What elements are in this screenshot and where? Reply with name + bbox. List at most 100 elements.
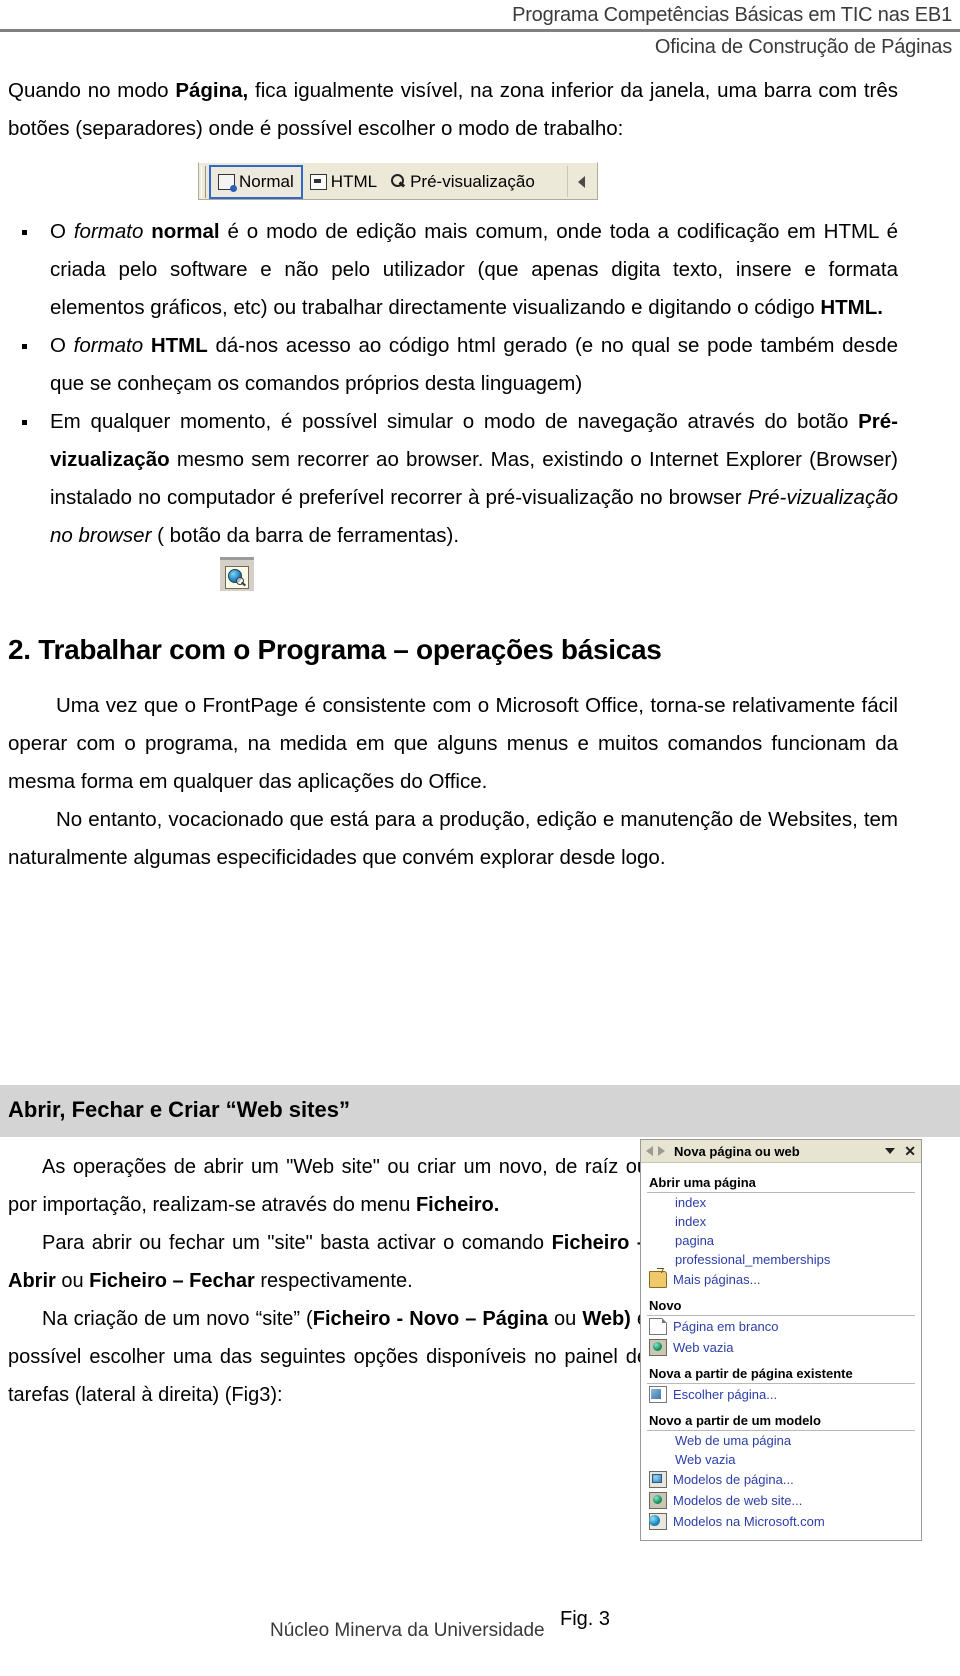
item-label: Modelos de página... bbox=[673, 1472, 794, 1487]
html-view-icon bbox=[309, 173, 327, 190]
toolbar-overflow-button[interactable] bbox=[567, 166, 594, 197]
b1-p0: O bbox=[50, 334, 74, 357]
s3p0-0: As operações de abrir um "Web site" ou c… bbox=[8, 1156, 648, 1216]
task-pane-item-more-pages[interactable]: Mais páginas... bbox=[647, 1269, 915, 1290]
view-tab-normal-label: Normal bbox=[239, 171, 294, 191]
section-3-text-column: As operações de abrir um "Web site" ou c… bbox=[8, 1148, 648, 1414]
figure-caption: Fig. 3 bbox=[560, 1608, 611, 1630]
frontpage-view-bar: Normal HTML Pré-visualização bbox=[198, 162, 598, 200]
b1-p2: HTML bbox=[150, 334, 208, 357]
item-label: Mais páginas... bbox=[673, 1272, 761, 1287]
b0-p2: normal bbox=[151, 220, 220, 243]
task-pane-item-microsoft-templates[interactable]: Modelos na Microsoft.com bbox=[647, 1511, 915, 1532]
item-label: index bbox=[675, 1214, 707, 1229]
footer-institution: Núcleo Minerva da Universidade bbox=[270, 1620, 545, 1641]
task-pane-item-index-1[interactable]: index bbox=[647, 1193, 915, 1212]
item-label: Web vazia bbox=[673, 1340, 734, 1355]
intro-text-bold: Página, bbox=[175, 79, 249, 102]
task-pane-group-from-existing: Nova a partir de página existente bbox=[647, 1363, 915, 1384]
s3p2-2: ou bbox=[548, 1308, 583, 1330]
task-pane-item-empty-web[interactable]: Web vazia bbox=[647, 1337, 915, 1358]
preview-button-figure bbox=[8, 557, 898, 591]
s3p2-3: Web) bbox=[582, 1308, 631, 1330]
b2-p4: ( botão da barra de ferramentas). bbox=[151, 524, 460, 547]
choose-page-icon bbox=[649, 1386, 667, 1403]
bullet-item-preview: Em qualquer momento, é possível simular … bbox=[8, 403, 898, 555]
toolbar-grip[interactable] bbox=[201, 166, 206, 198]
task-pane-item-pagina[interactable]: pagina bbox=[647, 1231, 915, 1250]
blank-page-icon bbox=[649, 1318, 667, 1335]
task-pane-titlebar: Nova página ou web ✕ bbox=[641, 1140, 921, 1163]
section-3-paragraph-3: Na criação de um novo “site” (Ficheiro -… bbox=[8, 1300, 648, 1414]
item-label: Página em branco bbox=[673, 1319, 779, 1334]
intro-paragraph: Quando no modo Página, fica igualmente v… bbox=[8, 72, 898, 148]
task-pane-item-website-templates[interactable]: Modelos de web site... bbox=[647, 1490, 915, 1511]
preview-icon-page bbox=[225, 566, 249, 589]
task-pane-item-empty-web-template[interactable]: Web vazia bbox=[647, 1450, 915, 1469]
header-divider bbox=[0, 29, 960, 32]
view-tab-normal[interactable]: Normal bbox=[209, 164, 303, 199]
page-header: Programa Competências Básicas em TIC nas… bbox=[0, 0, 960, 60]
b0-p4: HTML. bbox=[820, 296, 883, 319]
task-pane-group-new: Novo bbox=[647, 1295, 915, 1316]
task-pane-item-choose-page[interactable]: Escolher página... bbox=[647, 1384, 915, 1405]
open-folder-icon bbox=[649, 1271, 667, 1288]
s3p1-2: ou bbox=[55, 1270, 90, 1292]
header-subtitle: Oficina de Construção de Páginas bbox=[654, 36, 952, 58]
task-pane-item-page-templates[interactable]: Modelos de página... bbox=[647, 1469, 915, 1490]
item-label: Modelos na Microsoft.com bbox=[673, 1514, 825, 1529]
task-pane-group-from-template: Novo a partir de um modelo bbox=[647, 1410, 915, 1431]
format-bullet-list: O formato normal é o modo de edição mais… bbox=[8, 213, 898, 555]
section-3-title: Abrir, Fechar e Criar “Web sites” bbox=[8, 1097, 350, 1122]
view-tab-preview-label: Pré-visualização bbox=[410, 171, 535, 191]
task-pane-item-one-page-web[interactable]: Web de uma página bbox=[647, 1431, 915, 1450]
section-2-paragraph-2: No entanto, vocacionado que está para a … bbox=[8, 808, 898, 869]
section-3-paragraph-1: As operações de abrir um "Web site" ou c… bbox=[8, 1148, 648, 1224]
header-program-title: Programa Competências Básicas em TIC nas… bbox=[512, 4, 952, 26]
task-pane-item-professional-memberships[interactable]: professional_memberships bbox=[647, 1250, 915, 1269]
task-pane-item-blank-page[interactable]: Página em branco bbox=[647, 1316, 915, 1337]
item-label: Escolher página... bbox=[673, 1387, 778, 1402]
empty-web-icon bbox=[649, 1339, 667, 1356]
task-pane-body: Abrir uma página index index pagina prof… bbox=[641, 1163, 921, 1540]
task-pane-group-open: Abrir uma página bbox=[647, 1172, 915, 1193]
section-3-paragraph-2: Para abrir ou fechar um "site" basta act… bbox=[8, 1224, 648, 1300]
item-label: pagina bbox=[675, 1233, 715, 1248]
chevron-down-icon[interactable] bbox=[885, 1148, 896, 1154]
bullet-item-html: O formato HTML dá-nos acesso ao código h… bbox=[8, 327, 898, 403]
task-pane-title: Nova página ou web bbox=[674, 1143, 800, 1159]
item-label: Web de uma página bbox=[675, 1433, 792, 1448]
bullet-item-normal: O formato normal é o modo de edição mais… bbox=[8, 213, 898, 327]
b0-p0: O bbox=[50, 220, 74, 243]
s3p2-1: Ficheiro - Novo – Página bbox=[312, 1308, 549, 1330]
view-tab-html[interactable]: HTML bbox=[303, 167, 384, 197]
view-tab-html-label: HTML bbox=[330, 171, 378, 191]
normal-view-icon bbox=[218, 173, 237, 192]
preview-magnifier-icon bbox=[391, 174, 406, 189]
triangle-left-icon bbox=[577, 175, 585, 188]
s3p0-1: Ficheiro. bbox=[415, 1194, 500, 1216]
item-label: index bbox=[675, 1195, 707, 1210]
b0-p1: formato bbox=[73, 220, 152, 243]
viewbar-figure: Normal HTML Pré-visualização bbox=[8, 162, 898, 205]
section-2-title: 2. Trabalhar com o Programa – operações … bbox=[8, 634, 662, 665]
close-icon[interactable]: ✕ bbox=[904, 1144, 916, 1158]
item-label: professional_memberships bbox=[675, 1252, 831, 1267]
preview-in-browser-icon[interactable] bbox=[220, 557, 254, 591]
magnifier-icon bbox=[236, 577, 247, 588]
website-templates-icon bbox=[649, 1492, 667, 1509]
s3p1-4: respectivamente. bbox=[254, 1270, 413, 1292]
s3p1-3: Ficheiro – Fechar bbox=[89, 1270, 255, 1292]
arrow-right-icon[interactable] bbox=[658, 1146, 665, 1156]
s3p1-0: Para abrir ou fechar um "site" basta act… bbox=[42, 1232, 552, 1254]
microsoft-templates-icon bbox=[649, 1513, 667, 1530]
view-tab-preview[interactable]: Pré-visualização bbox=[384, 167, 542, 197]
task-pane-item-index-2[interactable]: index bbox=[647, 1212, 915, 1231]
view-tabs: Normal HTML Pré-visualização bbox=[209, 164, 542, 199]
s3p2-0: Na criação de um novo “site” ( bbox=[42, 1308, 313, 1330]
intro-text-pre: Quando no modo bbox=[8, 79, 176, 102]
document-content: Quando no modo Página, fica igualmente v… bbox=[8, 72, 898, 877]
arrow-left-icon[interactable] bbox=[646, 1146, 653, 1156]
task-pane: Nova página ou web ✕ Abrir uma página in… bbox=[640, 1139, 922, 1541]
section-2-paragraph-1: Uma vez que o FrontPage é consistente co… bbox=[8, 694, 898, 793]
